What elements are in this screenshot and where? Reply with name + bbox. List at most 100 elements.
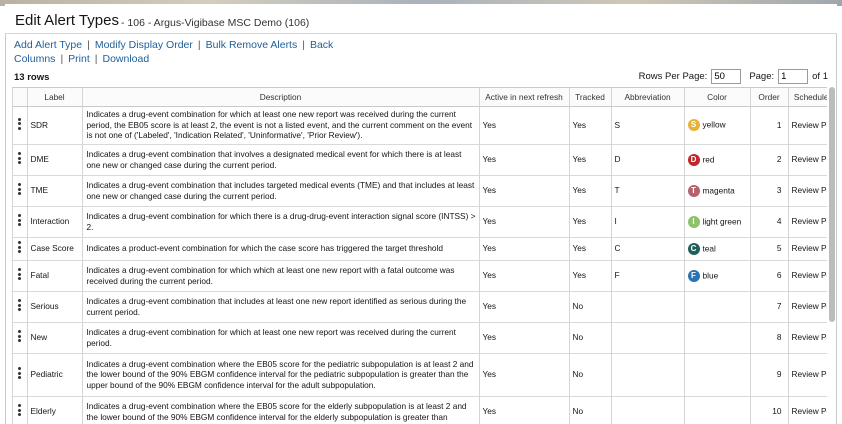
- table-row[interactable]: DME Indicates a drug-event combination th…: [13, 144, 827, 176]
- action-links-row-1: Add Alert Type | Modify Display Order | Bulk…: [14, 39, 333, 51]
- row-actions-cell: [13, 291, 28, 323]
- pagination: Rows Per Page: Page: of 1: [639, 69, 828, 84]
- active-cell: Yes: [479, 291, 570, 323]
- color-cell: Syellow: [684, 106, 751, 145]
- table-header-row: Label Description Active in next refresh…: [13, 88, 827, 107]
- label-cell: New: [27, 322, 83, 354]
- kebab-menu-icon[interactable]: [18, 366, 22, 381]
- abbreviation-cell: D: [611, 144, 685, 176]
- separator: |: [60, 53, 64, 65]
- label-cell: DME: [27, 144, 83, 176]
- page-title: Edit Alert Types: [15, 12, 119, 29]
- row-actions-cell: [13, 106, 28, 145]
- add-alert-type-link[interactable]: Add Alert Type: [14, 39, 82, 51]
- header-active[interactable]: Active in next refresh: [479, 88, 570, 107]
- kebab-menu-icon[interactable]: [18, 403, 22, 418]
- back-link[interactable]: Back: [310, 39, 333, 51]
- table-row[interactable]: Case Score Indicates a product-event comb…: [13, 237, 827, 261]
- kebab-menu-icon[interactable]: [18, 116, 22, 131]
- tracked-cell: Yes: [569, 206, 612, 238]
- bulk-remove-alerts-link[interactable]: Bulk Remove Alerts: [206, 39, 298, 51]
- color-badge: I: [687, 215, 700, 228]
- color-name: blue: [702, 270, 719, 281]
- table-row[interactable]: Fatal Indicates a drug-event combination …: [13, 260, 827, 292]
- order-cell: 9: [750, 353, 789, 397]
- scheduled-by-cell: Review Period: [788, 353, 827, 397]
- row-actions-cell: [13, 237, 28, 261]
- tracked-cell: Yes: [569, 175, 612, 207]
- color-name: red: [702, 154, 715, 165]
- kebab-menu-icon[interactable]: [18, 213, 22, 228]
- kebab-menu-icon[interactable]: [18, 151, 22, 166]
- active-cell: Yes: [479, 206, 570, 238]
- abbreviation-cell: [611, 291, 685, 323]
- kebab-menu-icon[interactable]: [18, 182, 22, 197]
- label-cell: Serious: [27, 291, 83, 323]
- scheduled-by-cell: Review Period: [788, 291, 827, 323]
- abbreviation-cell: I: [611, 206, 685, 238]
- color-cell: Dred: [684, 144, 751, 176]
- order-cell: 6: [750, 260, 789, 292]
- header-scheduled-by[interactable]: Scheduled By: [788, 88, 827, 107]
- table-row[interactable]: Elderly Indicates a drug-event combinatio…: [13, 396, 827, 424]
- row-actions-cell: [13, 322, 28, 354]
- label-cell: Case Score: [27, 237, 83, 261]
- kebab-menu-icon[interactable]: [18, 329, 22, 344]
- header-order[interactable]: Order: [750, 88, 789, 107]
- table-row[interactable]: SDR Indicates a drug-event combination fo…: [13, 106, 827, 145]
- table-row[interactable]: Serious Indicates a drug-event combinatio…: [13, 291, 827, 323]
- table-row[interactable]: Interaction Indicates a drug-event combin…: [13, 206, 827, 238]
- modify-display-order-link[interactable]: Modify Display Order: [95, 39, 193, 51]
- description-cell: Indicates a drug-event combination for w…: [82, 322, 480, 354]
- color-cell: [684, 322, 751, 354]
- order-cell: 3: [750, 175, 789, 207]
- table-row[interactable]: New Indicates a drug-event combination fo…: [13, 322, 827, 354]
- abbreviation-cell: S: [611, 106, 685, 145]
- table-row[interactable]: Pediatric Indicates a drug-event combinat…: [13, 353, 827, 397]
- header-tracked[interactable]: Tracked: [569, 88, 612, 107]
- columns-link[interactable]: Columns: [14, 53, 55, 65]
- description-cell: Indicates a drug-event combination for w…: [82, 206, 480, 238]
- active-cell: Yes: [479, 106, 570, 145]
- vertical-scrollbar[interactable]: [829, 87, 835, 322]
- header-description[interactable]: Description: [82, 88, 480, 107]
- row-count: 13 rows: [14, 72, 50, 83]
- tracked-cell: No: [569, 291, 612, 323]
- color-badge: F: [687, 269, 700, 282]
- order-cell: 4: [750, 206, 789, 238]
- order-cell: 2: [750, 144, 789, 176]
- description-cell: Indicates a drug-event combination where…: [82, 396, 480, 424]
- table-row[interactable]: TME Indicates a drug-event combination th…: [13, 175, 827, 207]
- header-label[interactable]: Label: [27, 88, 83, 107]
- color-name: magenta: [702, 185, 735, 196]
- scheduled-by-cell: Review Period: [788, 144, 827, 176]
- color-cell: [684, 353, 751, 397]
- scheduled-by-cell: Review Period: [788, 175, 827, 207]
- description-cell: Indicates a drug-event combination that …: [82, 175, 480, 207]
- kebab-menu-icon[interactable]: [18, 267, 22, 282]
- action-links-row-2: Columns | Print | Download: [14, 53, 149, 65]
- rows-per-page-input[interactable]: [711, 69, 742, 84]
- active-cell: Yes: [479, 322, 570, 354]
- order-cell: 7: [750, 291, 789, 323]
- print-link[interactable]: Print: [68, 53, 90, 65]
- order-cell: 1: [750, 106, 789, 145]
- scheduled-by-cell: Review Period: [788, 106, 827, 145]
- tracked-cell: Yes: [569, 237, 612, 261]
- scheduled-by-cell: Review Period: [788, 260, 827, 292]
- color-cell: Ilight green: [684, 206, 751, 238]
- kebab-menu-icon[interactable]: [18, 298, 22, 313]
- abbreviation-cell: [611, 322, 685, 354]
- page-total: of 1: [812, 71, 828, 82]
- download-link[interactable]: Download: [103, 53, 150, 65]
- color-badge: D: [687, 153, 700, 166]
- tracked-cell: Yes: [569, 260, 612, 292]
- tracked-cell: No: [569, 353, 612, 397]
- kebab-menu-icon[interactable]: [18, 240, 22, 255]
- header-abbreviation[interactable]: Abbreviation: [611, 88, 685, 107]
- page-subtitle: - 106 - Argus-Vigibase MSC Demo (106): [121, 17, 310, 29]
- header-color[interactable]: Color: [684, 88, 751, 107]
- label-cell: SDR: [27, 106, 83, 145]
- description-cell: Indicates a drug-event combination that …: [82, 144, 480, 176]
- page-number-input[interactable]: [778, 69, 809, 84]
